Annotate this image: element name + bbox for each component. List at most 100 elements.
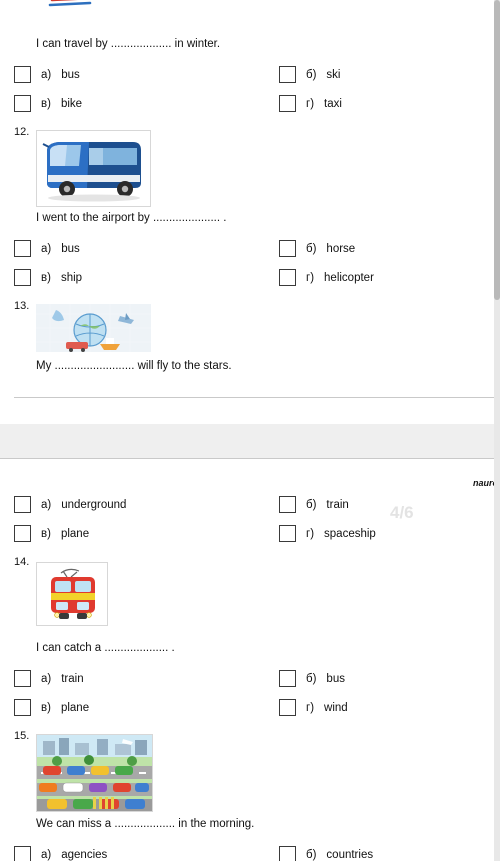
option-key: б) bbox=[306, 672, 317, 685]
question-prompt: My ......................... will fly to… bbox=[36, 360, 232, 372]
option-v[interactable]: в) plane bbox=[14, 699, 89, 716]
section-divider bbox=[14, 397, 494, 398]
answer-options: а) bus б) ski в) bike г) taxi bbox=[0, 66, 494, 124]
question-number: 14. bbox=[14, 556, 30, 568]
option-label: plane bbox=[60, 701, 90, 714]
checkbox[interactable] bbox=[14, 846, 31, 861]
question-block-14: 14. I can catch a .................... .… bbox=[0, 556, 494, 724]
option-g[interactable]: г) taxi bbox=[279, 95, 342, 112]
scrollbar-thumb[interactable] bbox=[494, 0, 500, 300]
option-label: ski bbox=[326, 68, 341, 81]
option-label: spaceship bbox=[324, 527, 376, 540]
option-key: в) bbox=[41, 701, 51, 714]
option-b[interactable]: б) horse bbox=[279, 240, 355, 257]
skier-illustration bbox=[36, 0, 104, 12]
answer-row: в) plane г) wind bbox=[0, 699, 494, 728]
scrollbar-track[interactable] bbox=[494, 0, 500, 861]
checkbox[interactable] bbox=[279, 525, 296, 542]
option-key: г) bbox=[306, 271, 315, 284]
answer-row: в) ship г) helicopter bbox=[0, 269, 494, 298]
option-g[interactable]: г) spaceship bbox=[279, 525, 376, 542]
option-b[interactable]: б) bus bbox=[279, 670, 345, 687]
option-b[interactable]: б) ski bbox=[279, 66, 340, 83]
checkbox[interactable] bbox=[279, 66, 296, 83]
option-label: train bbox=[326, 498, 349, 511]
option-key: б) bbox=[306, 242, 317, 255]
option-g[interactable]: г) wind bbox=[279, 699, 348, 716]
question-number: 12. bbox=[14, 126, 30, 138]
answer-row: а) train б) bus bbox=[0, 670, 494, 699]
checkbox[interactable] bbox=[14, 240, 31, 257]
question-number: 13. bbox=[14, 300, 30, 312]
option-label: bus bbox=[326, 672, 345, 685]
option-a[interactable]: а) bus bbox=[14, 66, 80, 83]
answer-row: а) agencies б) countries bbox=[0, 846, 494, 861]
checkbox[interactable] bbox=[279, 496, 296, 513]
globe-transport-illustration bbox=[36, 304, 151, 352]
option-key: в) bbox=[41, 97, 51, 110]
option-key: а) bbox=[41, 498, 52, 511]
checkbox[interactable] bbox=[279, 846, 296, 861]
question-prompt: I can catch a .................... . bbox=[36, 642, 175, 654]
option-key: г) bbox=[306, 97, 315, 110]
option-label: horse bbox=[326, 242, 356, 255]
option-key: а) bbox=[41, 68, 52, 81]
option-label: ship bbox=[60, 271, 83, 284]
option-g[interactable]: г) helicopter bbox=[279, 269, 374, 286]
option-v[interactable]: в) ship bbox=[14, 269, 82, 286]
section-divider-2 bbox=[0, 458, 500, 459]
option-key: г) bbox=[306, 701, 315, 714]
checkbox[interactable] bbox=[279, 670, 296, 687]
page-gap-band bbox=[0, 424, 500, 458]
checkbox[interactable] bbox=[14, 66, 31, 83]
traffic-jam-illustration bbox=[36, 734, 153, 812]
answer-row: в) plane г) spaceship bbox=[0, 525, 494, 554]
checkbox[interactable] bbox=[14, 670, 31, 687]
option-a[interactable]: а) underground bbox=[14, 496, 126, 513]
option-a[interactable]: а) agencies bbox=[14, 846, 107, 861]
answer-row: а) bus б) horse bbox=[0, 240, 494, 269]
option-label: underground bbox=[61, 498, 127, 511]
checkbox[interactable] bbox=[14, 269, 31, 286]
option-label: plane bbox=[60, 527, 90, 540]
tram-icon bbox=[37, 563, 107, 625]
question-prompt: I went to the airport by ...............… bbox=[36, 212, 227, 224]
question-prompt: We can miss a ................... in the… bbox=[36, 818, 255, 830]
answer-row: а) bus б) ski bbox=[0, 66, 494, 95]
option-v[interactable]: в) plane bbox=[14, 525, 89, 542]
question-block-15: 15. We can miss a ................... in… bbox=[0, 730, 494, 861]
answer-options: а) train б) bus в) plane г) wind bbox=[0, 670, 494, 728]
option-v[interactable]: в) bike bbox=[14, 95, 82, 112]
option-key: а) bbox=[41, 242, 52, 255]
option-label: train bbox=[61, 672, 84, 685]
question-block-13: 13. My ......................... will fl… bbox=[0, 300, 494, 386]
option-key: в) bbox=[41, 271, 51, 284]
checkbox[interactable] bbox=[14, 95, 31, 112]
skier-icon bbox=[48, 0, 92, 7]
answer-options: а) agencies б) countries bbox=[0, 846, 494, 861]
blue-bus-photo bbox=[36, 130, 151, 207]
checkbox[interactable] bbox=[14, 525, 31, 542]
option-label: wind bbox=[324, 701, 348, 714]
checkbox[interactable] bbox=[279, 95, 296, 112]
checkbox[interactable] bbox=[279, 699, 296, 716]
question-block-11: I can travel by ................... in w… bbox=[0, 0, 494, 120]
checkbox[interactable] bbox=[14, 699, 31, 716]
option-key: б) bbox=[306, 848, 317, 861]
checkbox[interactable] bbox=[279, 269, 296, 286]
option-label: bus bbox=[61, 68, 80, 81]
question-block-12: 12. I went to the airport by ...........… bbox=[0, 126, 494, 294]
option-key: г) bbox=[306, 527, 315, 540]
answer-row: в) bike г) taxi bbox=[0, 95, 494, 124]
checkbox[interactable] bbox=[14, 496, 31, 513]
option-b[interactable]: б) countries bbox=[279, 846, 373, 861]
option-a[interactable]: а) bus bbox=[14, 240, 80, 257]
document-page: I can travel by ................... in w… bbox=[0, 0, 500, 861]
option-key: а) bbox=[41, 848, 52, 861]
option-b[interactable]: б) train bbox=[279, 496, 349, 513]
option-a[interactable]: а) train bbox=[14, 670, 84, 687]
red-tram-illustration bbox=[36, 562, 108, 626]
checkbox[interactable] bbox=[279, 240, 296, 257]
question-number: 15. bbox=[14, 730, 30, 742]
option-label: agencies bbox=[61, 848, 108, 861]
